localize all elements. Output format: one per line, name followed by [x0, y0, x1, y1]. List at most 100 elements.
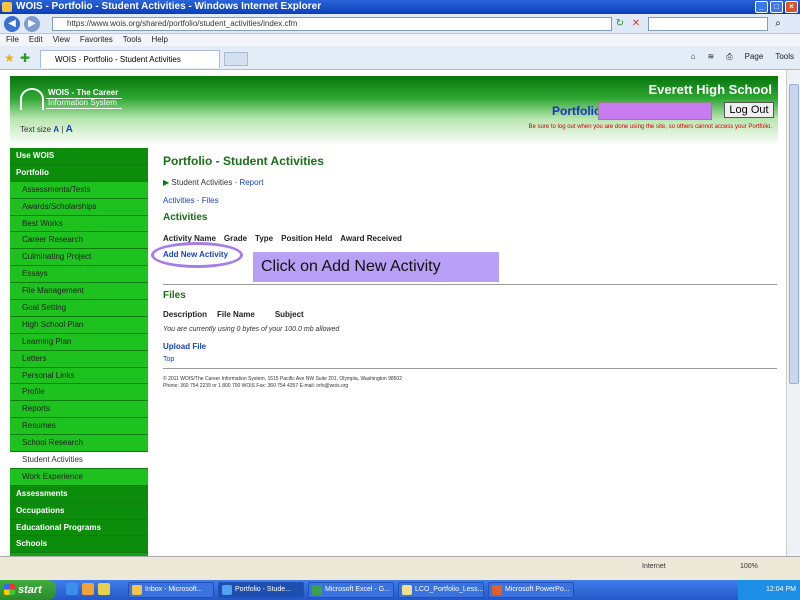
vertical-scrollbar[interactable]	[786, 70, 800, 556]
sidebar-item-use-wois[interactable]: Use WOIS	[10, 148, 148, 165]
ie-icon	[2, 2, 12, 12]
text-size-small-link[interactable]: A	[53, 125, 59, 134]
favorites-star-icon[interactable]: ★	[4, 51, 15, 65]
sidebar-item-file-management[interactable]: File Management	[10, 283, 148, 301]
refresh-icon[interactable]: ↻	[614, 18, 626, 30]
taskbar-btn-portfolio[interactable]: Portfolio - Stude...	[218, 582, 304, 598]
minimize-button[interactable]: _	[755, 1, 768, 13]
tools-menu[interactable]: Tools	[775, 52, 794, 62]
storage-usage: You are currently using 0 bytes of your …	[163, 326, 340, 333]
ie-quicklaunch-icon[interactable]	[66, 583, 78, 595]
clock[interactable]: 12:04 PM	[766, 586, 796, 593]
highlight-ring	[151, 242, 243, 268]
scrollbar-thumb[interactable]	[789, 84, 799, 384]
taskbar-btn-inbox[interactable]: Inbox - Microsoft...	[128, 582, 214, 598]
menu-file[interactable]: File	[6, 34, 19, 46]
outlook-icon	[132, 585, 142, 595]
logo-subtitle: Information System	[48, 98, 117, 107]
zoom-level[interactable]: 100%	[740, 563, 758, 570]
sidebar-item-reports[interactable]: Reports	[10, 401, 148, 419]
taskbar-btn-excel[interactable]: Microsoft Excel - G...	[308, 582, 394, 598]
wois-logo-mark-icon	[20, 88, 44, 110]
sidebar-item-career-research[interactable]: Career Research	[10, 232, 148, 250]
sidebar-item-essays[interactable]: Essays	[10, 266, 148, 284]
window-titlebar: WOIS - Portfolio - Student Activities - …	[0, 0, 800, 14]
menu-edit[interactable]: Edit	[29, 34, 43, 46]
sidebar-item-high-school-plan[interactable]: High School Plan	[10, 316, 148, 334]
school-name: Everett High School	[648, 82, 772, 97]
sidebar-item-student-activities[interactable]: Student Activities	[10, 452, 148, 469]
tab-bar: ★ ✚ WOIS - Portfolio - Student Activitie…	[0, 46, 800, 70]
sidebar-item-awards-scholarships[interactable]: Awards/Scholarships	[10, 198, 148, 216]
home-icon[interactable]: ⌂	[691, 52, 696, 62]
wois-logo[interactable]: WOIS - The Career Information System	[20, 88, 122, 110]
instruction-callout: Click on Add New Activity	[253, 252, 499, 282]
new-tab-button[interactable]	[224, 52, 248, 66]
taskbar-btn-powerpoint[interactable]: Microsoft PowerPo...	[488, 582, 574, 598]
divider	[163, 284, 777, 285]
address-bar: ◀ ▶ https://www.wois.org/shared/portfoli…	[0, 14, 800, 34]
col-award-received: Award Received	[340, 234, 402, 243]
sidebar-item-schools[interactable]: Schools	[10, 536, 148, 554]
folder-icon	[402, 585, 412, 595]
web-page: WOIS - The Career Information System Tex…	[0, 70, 786, 556]
sidebar-item-learning-plan[interactable]: Learning Plan	[10, 333, 148, 351]
folder-quicklaunch-icon[interactable]	[98, 583, 110, 595]
menu-bar: File Edit View Favorites Tools Help	[0, 34, 800, 46]
logout-warning: Be sure to log out when you are done usi…	[528, 124, 772, 130]
sidebar-item-culminating-project[interactable]: Culminating Project	[10, 249, 148, 267]
text-size-label: Text size	[20, 125, 52, 134]
sidebar-item-resumes[interactable]: Resumes	[10, 418, 148, 436]
report-link[interactable]: Report	[239, 178, 263, 187]
menu-tools[interactable]: Tools	[123, 34, 142, 46]
windows-flag-icon	[4, 584, 15, 595]
sidebar-item-portfolio[interactable]: Portfolio	[10, 164, 148, 182]
maximize-button[interactable]: □	[770, 1, 783, 13]
sidebar-item-work-experience[interactable]: Work Experience	[10, 468, 148, 486]
sidebar-item-educational-programs[interactable]: Educational Programs	[10, 519, 148, 537]
files-link[interactable]: Files	[202, 196, 219, 205]
breadcrumb: ▶ Student Activities · Report	[163, 178, 264, 187]
taskbar-btn-lesson[interactable]: LCO_Portfolio_Less...	[398, 582, 484, 598]
sidebar-item-letters[interactable]: Letters	[10, 350, 148, 368]
search-icon[interactable]: ⌕	[772, 18, 784, 30]
print-icon[interactable]: ⎙	[726, 52, 732, 62]
activities-link[interactable]: Activities	[163, 196, 195, 205]
logout-button[interactable]: Log Out	[724, 102, 774, 118]
sidebar-item-best-works[interactable]: Best Works	[10, 215, 148, 233]
ie-icon	[222, 585, 232, 595]
forward-button[interactable]: ▶	[24, 16, 40, 32]
start-button[interactable]: start	[0, 580, 56, 600]
back-button[interactable]: ◀	[4, 16, 20, 32]
window-controls: _ □ ×	[755, 1, 798, 13]
search-input[interactable]	[648, 17, 768, 31]
upload-file-link[interactable]: Upload File	[163, 342, 206, 351]
sidebar-item-goal-setting[interactable]: Goal Setting	[10, 300, 148, 317]
sidebar-item-personal-links[interactable]: Personal Links	[10, 367, 148, 385]
menu-view[interactable]: View	[53, 34, 70, 46]
security-zone: Internet	[642, 563, 666, 570]
feeds-icon[interactable]: ≋	[708, 52, 715, 62]
breadcrumb-current: Student Activities	[171, 178, 233, 187]
top-link[interactable]: Top	[163, 356, 174, 363]
add-favorite-icon[interactable]: ✚	[20, 51, 30, 65]
url-input[interactable]: https://www.wois.org/shared/portfolio/st…	[52, 17, 612, 31]
footer-contact: Phone: 360 754 2239 or 1 800 700 WOIS Fa…	[163, 383, 349, 389]
sidebar-item-occupations[interactable]: Occupations	[10, 502, 148, 520]
sidebar-nav: Use WOIS Portfolio Assessments/Tests Awards…	[10, 148, 148, 556]
tab-active[interactable]: WOIS - Portfolio - Student Activities	[40, 50, 220, 68]
activities-heading: Activities	[163, 212, 208, 223]
sidebar-item-school-research[interactable]: School Research	[10, 435, 148, 453]
main-content: Portfolio - Student Activities ▶ Student…	[151, 154, 783, 389]
sidebar-item-assessments-tests[interactable]: Assessments/Tests	[10, 181, 148, 199]
sidebar-item-profile[interactable]: Profile	[10, 384, 148, 402]
sidebar-item-assessments[interactable]: Assessments	[10, 485, 148, 503]
text-size-large-link[interactable]: A	[66, 124, 73, 135]
stop-icon[interactable]: ✕	[630, 18, 642, 30]
menu-help[interactable]: Help	[151, 34, 167, 46]
outlook-quicklaunch-icon[interactable]	[82, 583, 94, 595]
menu-favorites[interactable]: Favorites	[80, 34, 113, 46]
files-heading: Files	[163, 290, 186, 301]
page-menu[interactable]: Page	[745, 52, 764, 62]
close-window-button[interactable]: ×	[785, 1, 798, 13]
